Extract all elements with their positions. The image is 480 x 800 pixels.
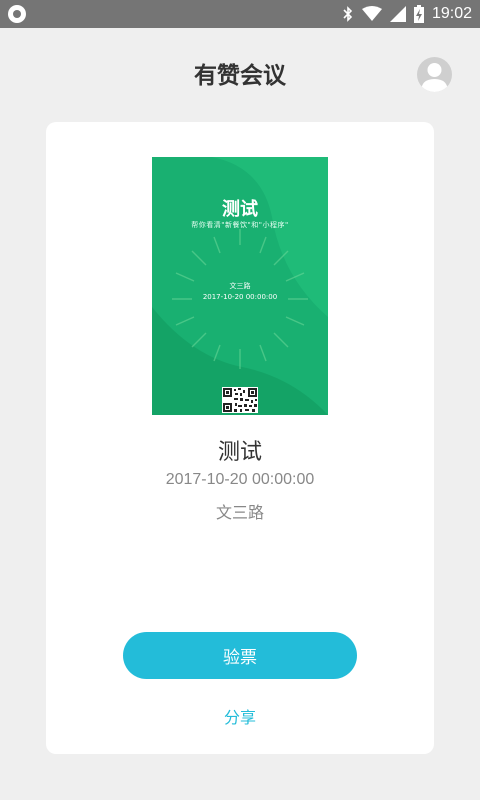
status-icons: 19:02 bbox=[342, 0, 472, 28]
event-time: 2017-10-20 00:00:00 bbox=[165, 471, 315, 488]
poster-time: 2017-10-20 00:00:00 bbox=[202, 293, 278, 301]
status-bar: 19:02 bbox=[0, 0, 480, 28]
status-time: 19:02 bbox=[431, 5, 472, 22]
poster-location: 文三路 bbox=[229, 282, 251, 290]
wifi-icon bbox=[361, 6, 382, 22]
notification-circle-icon bbox=[8, 5, 26, 23]
page-title: 有赞会议 bbox=[194, 63, 286, 89]
share-link[interactable]: 分享 bbox=[46, 704, 434, 728]
poster-title: 测试 bbox=[222, 199, 258, 220]
poster-subtitle: 帮你看清"新餐饮"和"小程序" bbox=[191, 221, 289, 229]
qr-code-icon bbox=[222, 387, 258, 413]
event-card: 测试 帮你看清"新餐饮"和"小程序" 文三路 2017-10-20 00:00:… bbox=[46, 122, 434, 754]
signal-icon bbox=[389, 6, 406, 22]
battery-charging-icon bbox=[413, 5, 424, 23]
event-poster[interactable]: 测试 帮你看清"新餐饮"和"小程序" 文三路 2017-10-20 00:00:… bbox=[152, 157, 328, 415]
bluetooth-icon bbox=[342, 6, 354, 22]
check-ticket-button[interactable]: 验票 bbox=[123, 632, 357, 679]
event-title: 测试 bbox=[217, 440, 262, 465]
avatar-icon[interactable] bbox=[417, 57, 452, 92]
event-location: 文三路 bbox=[215, 503, 264, 522]
